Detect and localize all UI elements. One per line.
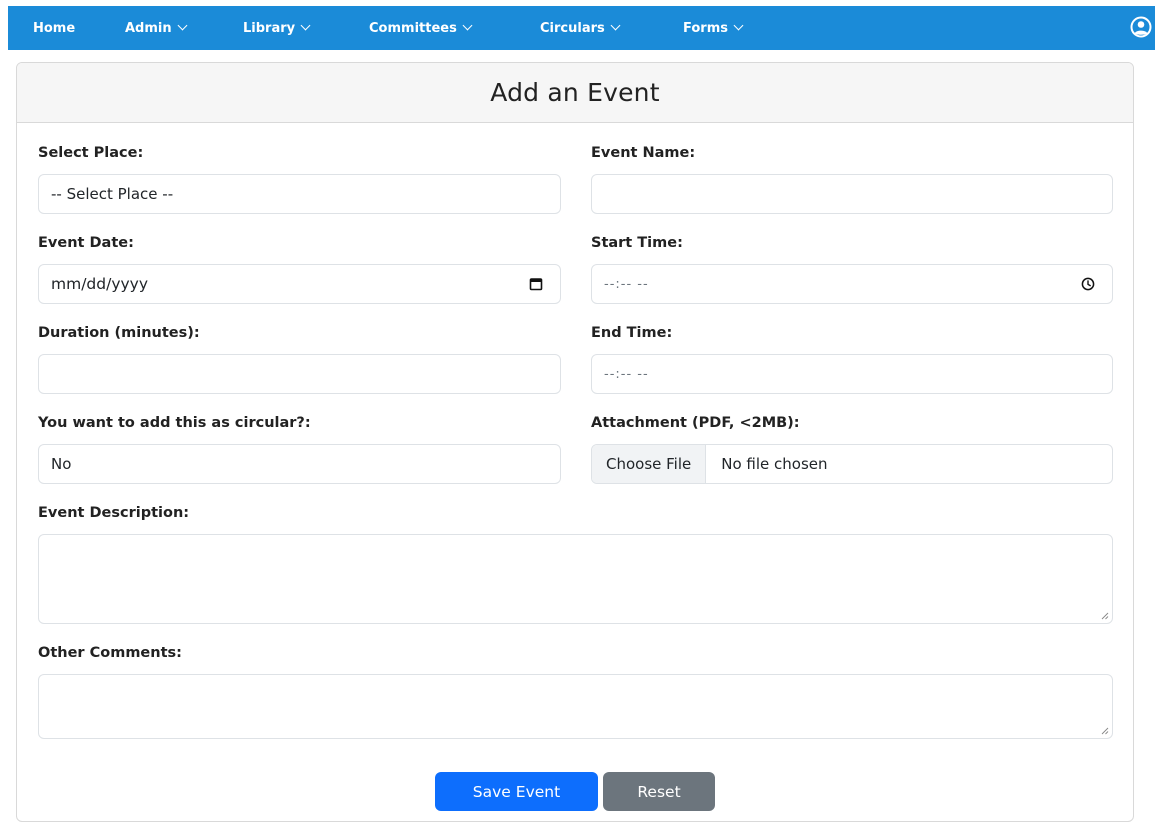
resize-handle-icon[interactable]: [1101, 612, 1109, 620]
nav-library-label: Library: [243, 20, 296, 36]
chevron-down-icon: [300, 20, 311, 31]
nav-admin-label: Admin: [125, 20, 172, 36]
chevron-down-icon: [177, 20, 188, 31]
attachment-file-input[interactable]: Choose File No file chosen: [591, 444, 1113, 484]
add-event-card: Add an Event Select Place: Event Name: -…: [16, 62, 1134, 822]
page-title: Add an Event: [490, 78, 660, 107]
duration-label: Duration (minutes):: [38, 325, 200, 341]
start-time-input[interactable]: --:-- --: [591, 264, 1113, 304]
other-comments-label: Other Comments:: [38, 645, 182, 661]
nav-admin[interactable]: Admin: [125, 6, 188, 50]
chevron-down-icon: [462, 20, 473, 31]
reset-button[interactable]: Reset: [603, 772, 715, 811]
event-date-label: Event Date:: [38, 235, 134, 251]
choose-file-button[interactable]: Choose File: [592, 445, 707, 483]
circular-select[interactable]: No: [38, 444, 561, 484]
other-comments-textarea[interactable]: [38, 674, 1113, 739]
event-description-textarea[interactable]: [38, 534, 1113, 624]
nav-forms-label: Forms: [683, 20, 728, 36]
chevron-down-icon: [610, 20, 621, 31]
resize-handle-icon[interactable]: [1101, 727, 1109, 735]
event-description-label: Event Description:: [38, 505, 190, 521]
user-circle-icon[interactable]: [1130, 16, 1152, 38]
nav-circulars-label: Circulars: [540, 20, 605, 36]
nav-library[interactable]: Library: [243, 6, 311, 50]
duration-input[interactable]: [38, 354, 561, 394]
chevron-down-icon: [733, 20, 744, 31]
start-time-label: Start Time:: [591, 235, 683, 251]
end-time-label: End Time:: [591, 325, 673, 341]
file-status-text: No file chosen: [721, 455, 828, 473]
end-time-placeholder: --:-- --: [604, 366, 649, 382]
nav-committees[interactable]: Committees: [369, 6, 473, 50]
circular-label: You want to add this as circular?:: [38, 415, 311, 431]
nav-forms[interactable]: Forms: [683, 6, 744, 50]
attachment-label: Attachment (PDF, <2MB):: [591, 415, 800, 431]
card-header: Add an Event: [17, 63, 1133, 123]
event-date-input[interactable]: mm/dd/yyyy: [38, 264, 561, 304]
clock-icon[interactable]: [1081, 277, 1095, 291]
nav-home[interactable]: Home: [33, 6, 75, 50]
select-place-dropdown[interactable]: -- Select Place --: [38, 174, 561, 214]
select-place-value: -- Select Place --: [51, 185, 174, 203]
nav-home-label: Home: [33, 20, 76, 36]
top-navbar: Home Admin Library Committees Circulars …: [8, 6, 1155, 50]
event-name-label: Event Name:: [591, 145, 696, 161]
circular-value: No: [51, 455, 72, 473]
start-time-placeholder: --:-- --: [604, 276, 649, 292]
event-date-placeholder: mm/dd/yyyy: [51, 275, 149, 293]
calendar-icon[interactable]: [529, 277, 543, 291]
save-event-button[interactable]: Save Event: [435, 772, 598, 811]
nav-circulars[interactable]: Circulars: [540, 6, 621, 50]
event-name-input[interactable]: [591, 174, 1113, 214]
end-time-input[interactable]: --:-- --: [591, 354, 1113, 394]
nav-committees-label: Committees: [369, 20, 457, 36]
select-place-label: Select Place:: [38, 145, 144, 161]
